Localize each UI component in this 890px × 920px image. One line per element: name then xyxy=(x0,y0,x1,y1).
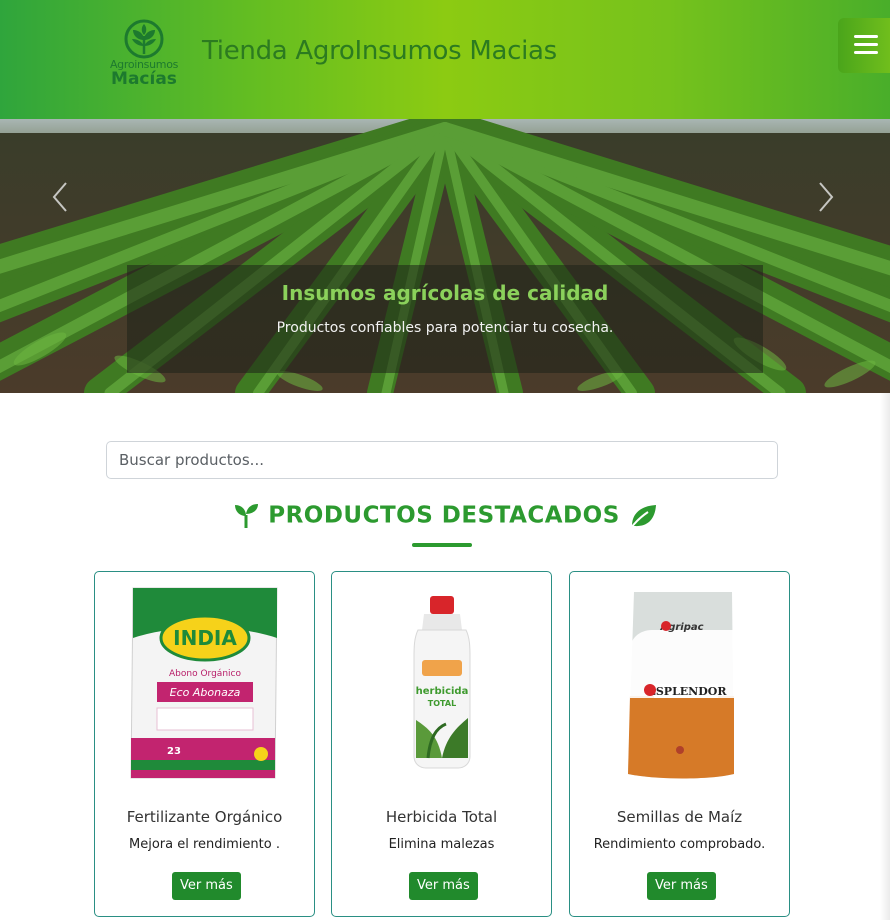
package-brand: INDIA xyxy=(173,626,237,650)
menu-toggle-button[interactable] xyxy=(838,18,890,73)
section-title-underline xyxy=(412,543,472,547)
site-header: Agroinsumos Macías Tienda AgroInsumos Ma… xyxy=(0,0,890,119)
hamburger-icon-line xyxy=(854,43,878,46)
carousel-next-button[interactable] xyxy=(812,177,840,217)
seedling-icon xyxy=(234,504,258,528)
product-description: Mejora el rendimiento . xyxy=(129,837,280,852)
page-edge-shadow xyxy=(880,393,890,920)
package-line1: herbicida xyxy=(416,686,469,697)
site-title[interactable]: Tienda AgroInsumos Macias xyxy=(202,36,557,66)
logo[interactable]: Agroinsumos Macías xyxy=(104,18,184,90)
product-card: Agripac ESPLENDOR Semillas de Maíz Rendi… xyxy=(569,571,790,917)
leaf-icon xyxy=(630,505,657,529)
product-card: herbicida TOTAL Herbicida Total Elimina … xyxy=(331,571,552,917)
hero-carousel: Insumos agrícolas de calidad Productos c… xyxy=(0,119,890,393)
product-image-corn-seeds[interactable]: Agripac ESPLENDOR xyxy=(570,578,791,788)
product-card: INDIA Abono Orgánico Eco Abonaza 23 Fert… xyxy=(94,571,315,917)
hero-title: Insumos agrícolas de calidad xyxy=(281,281,609,305)
package-line1: ESPLENDOR xyxy=(647,685,727,698)
section-title: PRODUCTOS DESTACADOS xyxy=(0,502,890,530)
package-line2: Eco Abonaza xyxy=(170,686,241,699)
product-image-herbicide[interactable]: herbicida TOTAL xyxy=(332,578,553,788)
product-name: Semillas de Maíz xyxy=(616,808,743,826)
logo-plant-icon xyxy=(124,19,164,59)
product-description: Elimina malezas xyxy=(388,837,495,852)
package-line2: TOTAL xyxy=(428,699,456,708)
view-more-button[interactable]: Ver más xyxy=(409,872,478,900)
logo-text-bottom: Macías xyxy=(111,69,177,89)
hamburger-icon xyxy=(854,35,878,38)
hero-subtitle: Productos confiables para potenciar tu c… xyxy=(276,320,614,336)
product-name: Fertilizante Orgánico xyxy=(126,808,283,826)
package-line1: Abono Orgánico xyxy=(169,669,241,679)
view-more-button[interactable]: Ver más xyxy=(172,872,241,900)
hamburger-icon-line xyxy=(854,51,878,54)
search-input[interactable] xyxy=(106,441,778,479)
product-image-fertilizer[interactable]: INDIA Abono Orgánico Eco Abonaza 23 xyxy=(95,578,316,788)
section-title-text: PRODUCTOS DESTACADOS xyxy=(268,502,620,529)
product-description: Rendimiento comprobado. xyxy=(593,837,766,852)
product-name: Herbicida Total xyxy=(385,808,498,826)
carousel-prev-button[interactable] xyxy=(46,177,74,217)
package-weight: 23 xyxy=(167,746,181,757)
view-more-button[interactable]: Ver más xyxy=(647,872,716,900)
